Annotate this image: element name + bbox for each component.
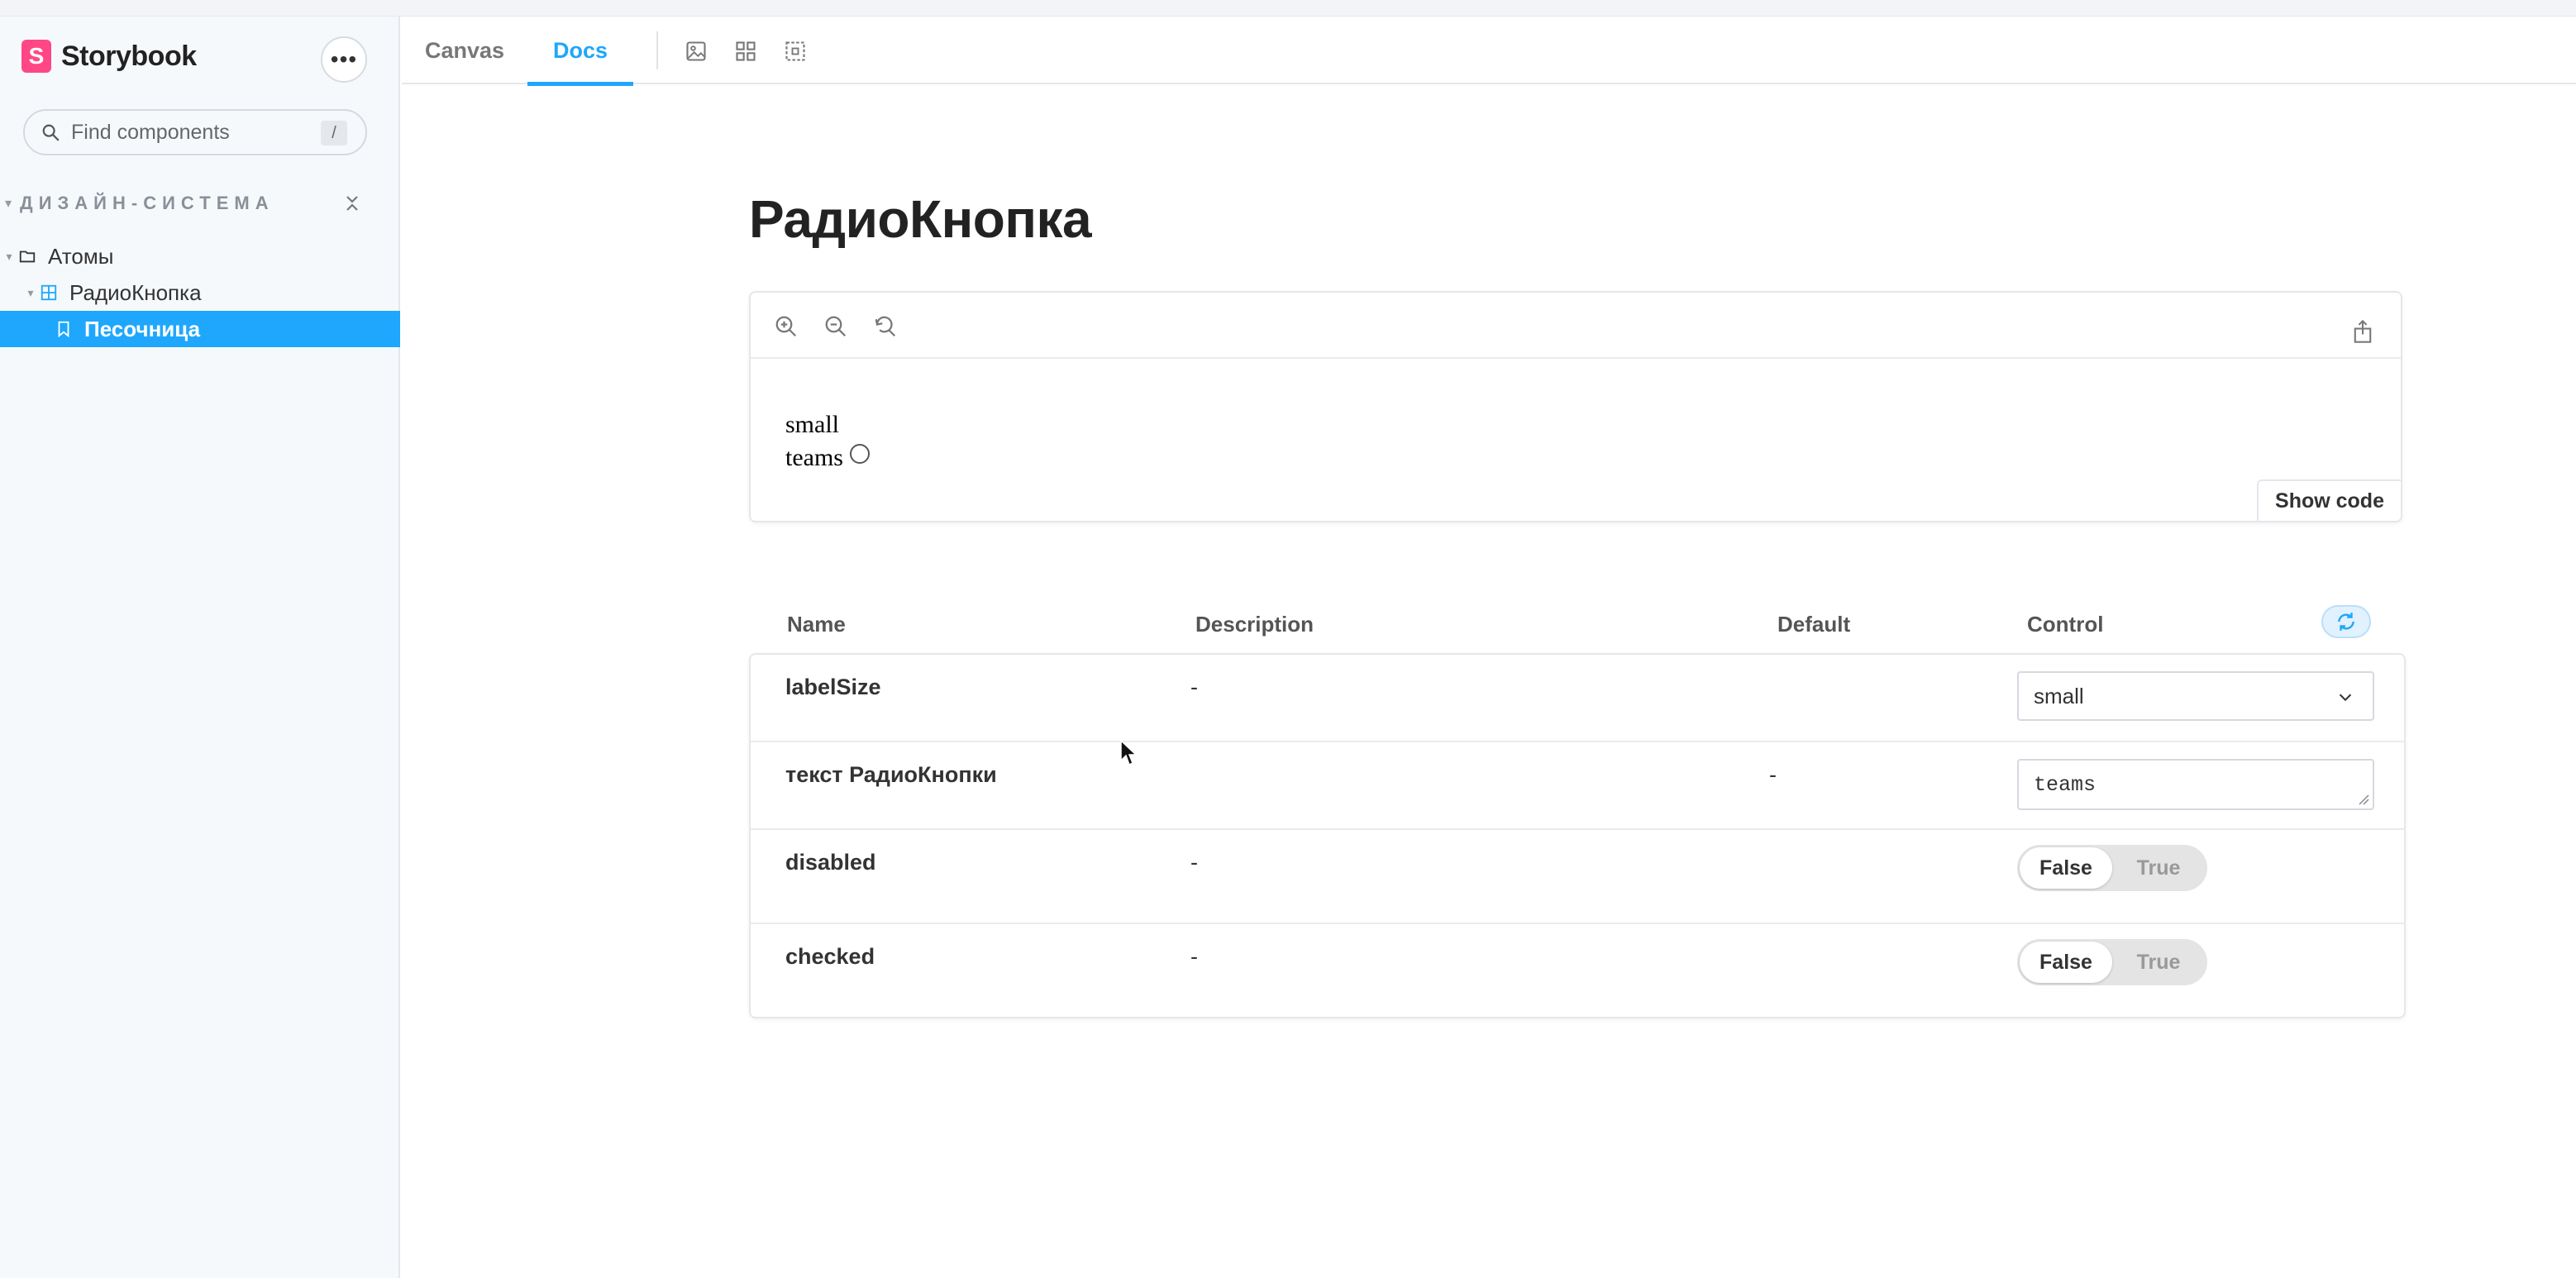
toggle-true-option[interactable]: True <box>2112 942 2205 983</box>
ellipsis-icon: ••• <box>330 46 358 72</box>
disabled-toggle[interactable]: False True <box>2017 845 2207 891</box>
tab-label: Docs <box>552 37 608 63</box>
arg-default: - <box>1769 762 1777 787</box>
brand[interactable]: S Storybook <box>21 40 197 73</box>
story-canvas: small teams <box>785 408 870 474</box>
zoom-in-icon[interactable] <box>774 314 799 339</box>
column-header-default: Default <box>1777 612 1851 637</box>
arg-description: - <box>1190 675 1198 699</box>
search-input[interactable] <box>71 120 319 145</box>
component-icon <box>40 284 58 302</box>
resize-grip-icon[interactable] <box>2356 792 2369 805</box>
toggle-false-option[interactable]: False <box>2020 942 2112 983</box>
column-header-control: Control <box>2027 612 2104 637</box>
label-size-select[interactable]: small <box>2017 671 2374 721</box>
arg-name: текст РадиоКнопки <box>785 762 997 787</box>
column-header-description: Description <box>1195 612 1314 637</box>
sidebar: S Storybook ••• / ▾ ДИЗАЙН-СИСТЕМА ▾ Ато… <box>0 17 400 1278</box>
sidebar-menu-button[interactable]: ••• <box>321 36 367 83</box>
search-box[interactable]: / <box>23 109 367 155</box>
zoom-reset-icon[interactable] <box>873 314 898 339</box>
chevron-down-icon <box>2339 694 2352 702</box>
storybook-logo-icon: S <box>21 40 51 73</box>
section-header[interactable]: ▾ ДИЗАЙН-СИСТЕМА <box>0 187 400 220</box>
page-title: РадиоКнопка <box>749 189 1092 249</box>
textarea-value: teams <box>2034 772 2097 797</box>
bookmark-icon <box>55 320 73 338</box>
refresh-icon <box>2338 613 2354 631</box>
tree-item-label: Песочница <box>84 316 201 341</box>
radio-circle-icon[interactable] <box>849 444 870 464</box>
section-title: ДИЗАЙН-СИСТЕМА <box>20 193 274 213</box>
image-icon[interactable] <box>685 40 708 63</box>
mouse-cursor-icon <box>1120 739 1138 766</box>
window-top-strip <box>0 0 2576 17</box>
arg-name: disabled <box>785 850 876 875</box>
select-value: small <box>2034 683 2084 708</box>
arg-description: - <box>1190 944 1198 969</box>
show-code-button[interactable]: Show code <box>2257 479 2402 522</box>
args-table-header: Name Description Default Control <box>749 595 2402 648</box>
caret-down-icon: ▾ <box>5 197 12 211</box>
column-header-name: Name <box>787 612 846 637</box>
toggle-true-option[interactable]: True <box>2112 847 2205 889</box>
tree-item-atoms[interactable]: ▾ Атомы <box>0 238 400 274</box>
brand-name: Storybook <box>61 40 197 72</box>
caret-down-icon: ▾ <box>27 285 34 299</box>
folder-icon <box>18 247 36 265</box>
story-preview: small teams Show code <box>749 291 2402 522</box>
tab-docs[interactable]: Docs <box>527 17 633 86</box>
story-radio[interactable]: teams <box>785 441 870 474</box>
arg-name: labelSize <box>785 675 881 699</box>
toggle-false-option[interactable]: False <box>2020 847 2112 889</box>
reset-controls-button[interactable] <box>2321 605 2371 638</box>
table-row: текст РадиоКнопки - teams <box>751 742 2404 830</box>
story-radio-label: teams <box>785 444 843 471</box>
radio-text-textarea[interactable]: teams <box>2017 759 2374 810</box>
tree-item-sandbox[interactable]: Песочница <box>0 311 400 347</box>
outline-icon[interactable] <box>784 40 807 63</box>
tree-item-label: РадиоКнопка <box>69 279 202 305</box>
story-label-size: small <box>785 411 839 438</box>
search-shortcut-key: / <box>321 121 347 145</box>
search-icon <box>42 124 60 141</box>
arg-description: - <box>1190 850 1198 875</box>
table-row: disabled - False True <box>751 830 2404 924</box>
share-icon[interactable] <box>2351 319 2374 344</box>
caret-down-icon: ▾ <box>6 249 12 263</box>
arg-name: checked <box>785 944 875 969</box>
toolbar-divider <box>656 31 658 69</box>
zoom-out-icon[interactable] <box>823 314 848 339</box>
args-table: labelSize - small текст РадиоКнопки - te… <box>749 653 2406 1018</box>
collapse-all-icon[interactable] <box>342 193 362 213</box>
checked-toggle[interactable]: False True <box>2017 939 2207 985</box>
tab-label: Canvas <box>425 37 505 63</box>
tab-canvas[interactable]: Canvas <box>425 17 504 84</box>
tree-item-label: Атомы <box>48 243 114 269</box>
toolbar: Canvas Docs <box>402 17 2576 86</box>
table-row: labelSize - small <box>751 655 2404 742</box>
active-tab-indicator <box>527 82 633 86</box>
tree-item-radio-button[interactable]: ▾ РадиоКнопка <box>0 274 400 311</box>
preview-toolbar <box>751 293 2401 359</box>
grid-icon[interactable] <box>734 40 757 63</box>
table-row: checked - False True <box>751 924 2404 1018</box>
